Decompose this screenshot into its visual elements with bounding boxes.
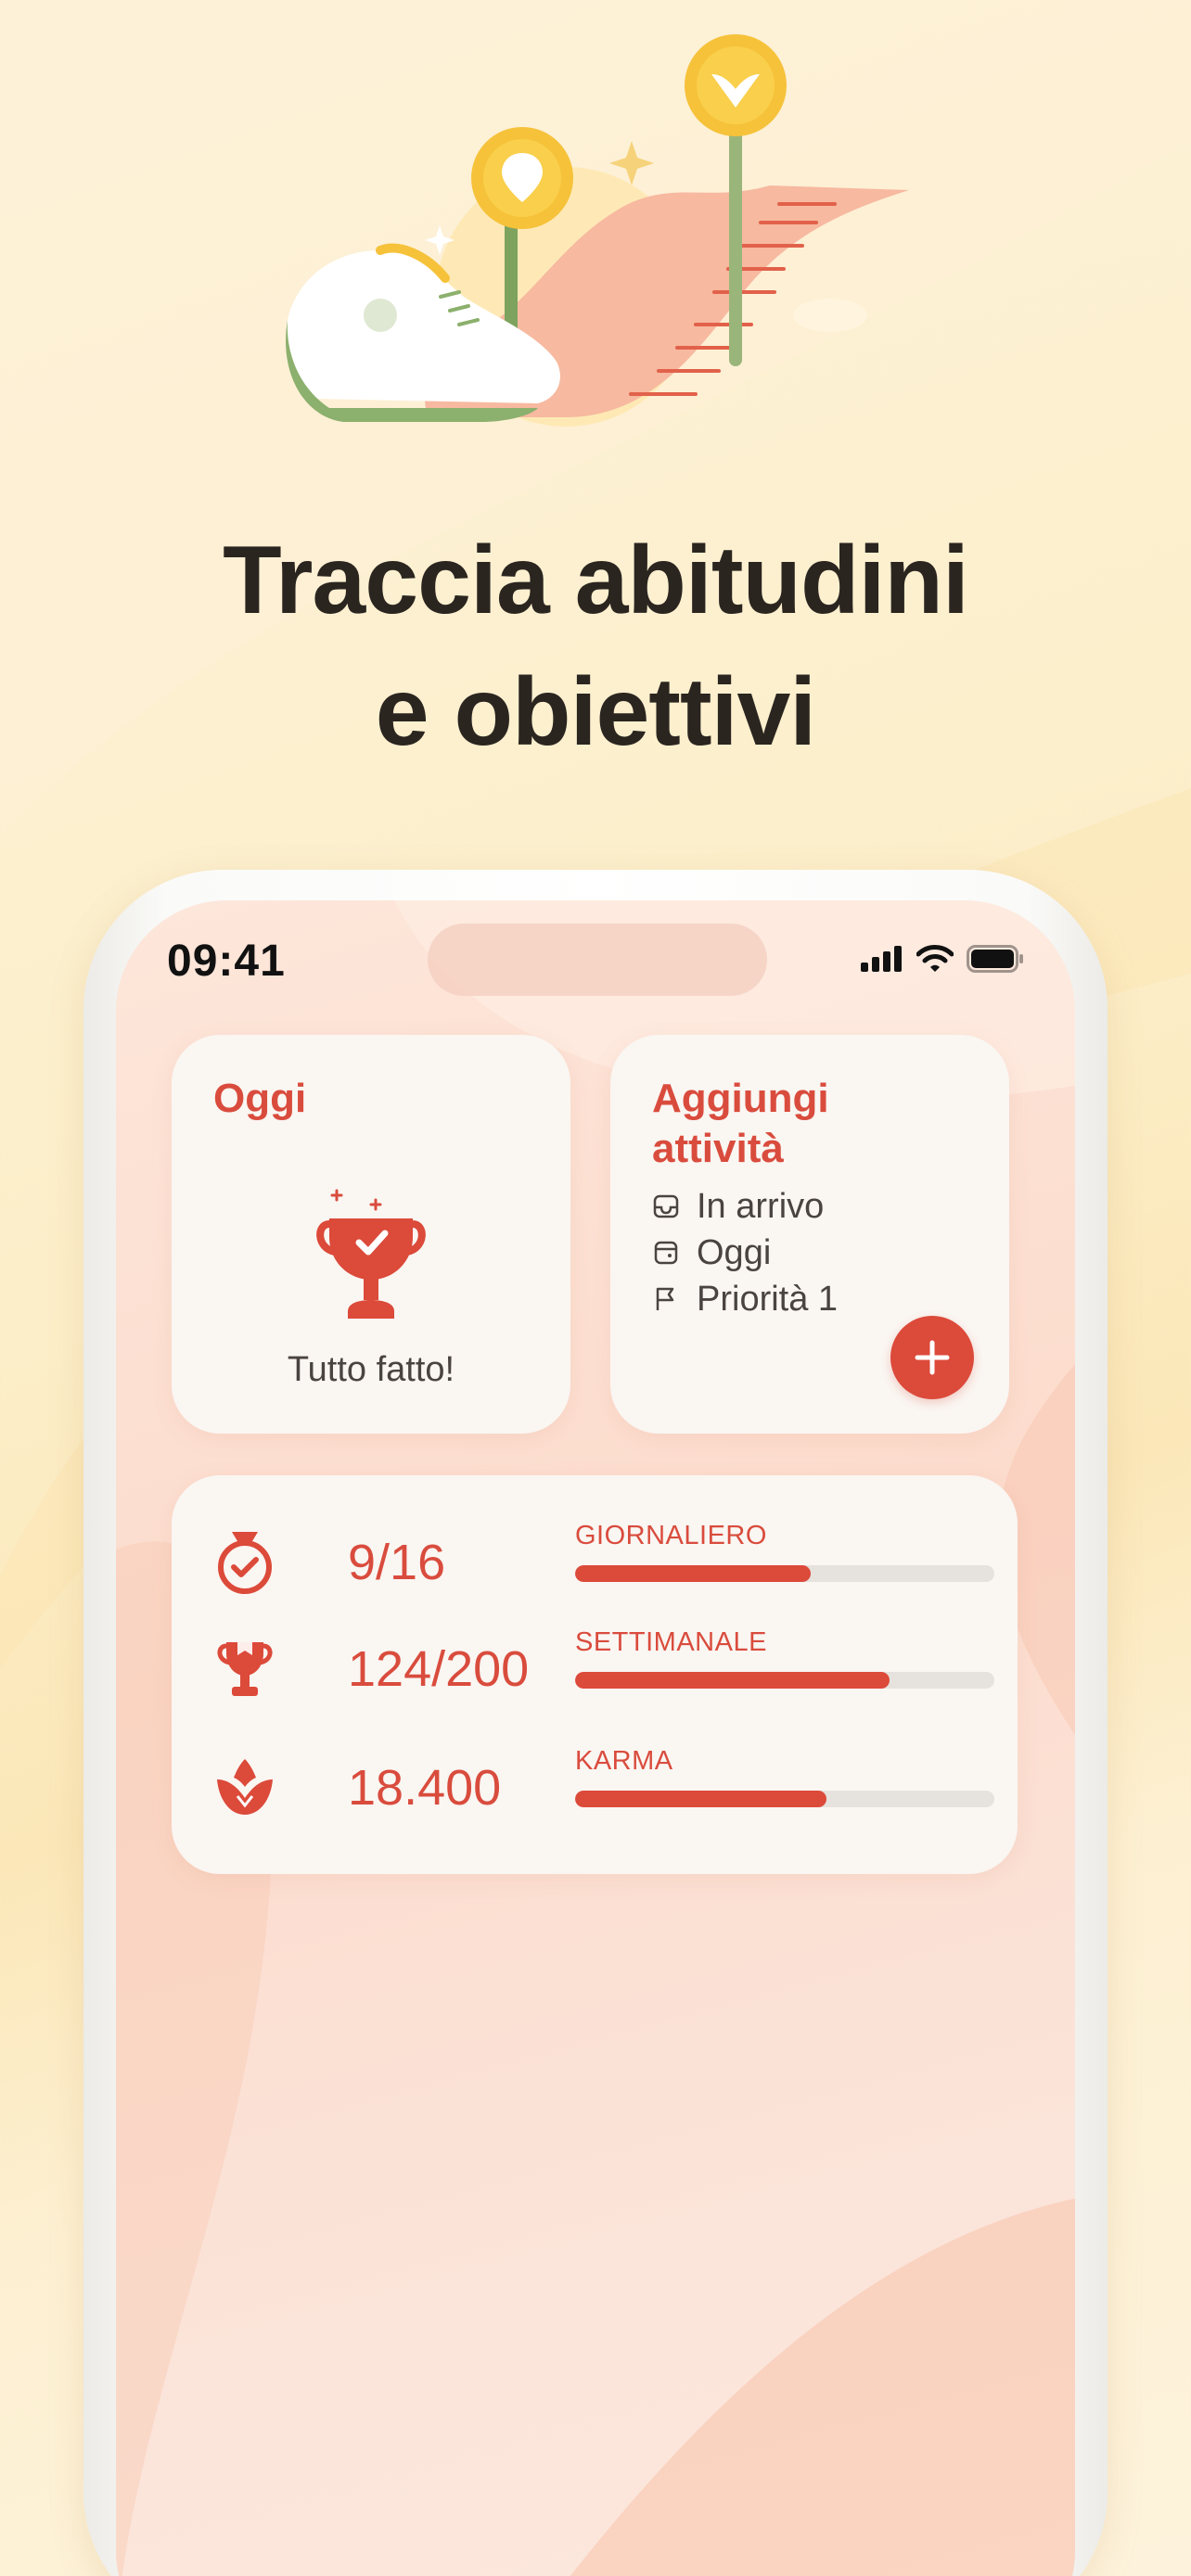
trophy-check-icon: [316, 1189, 426, 1319]
battery-icon: [967, 945, 1023, 973]
productivity-stats-widget[interactable]: 9/16 GIORNALIERO 124/200 SETTIMANALE 18.…: [172, 1475, 1018, 1874]
headline: Traccia abitudini e obiettivi: [0, 515, 1191, 778]
add-task-button[interactable]: [890, 1316, 974, 1399]
phone-frame: 09:41 Oggi Tutto fatto! Aggiungi attivit…: [83, 870, 1108, 2576]
trophy-icon: [217, 1642, 273, 1696]
add-task-widget[interactable]: Aggiungi attività In arrivo Oggi Priorit…: [610, 1035, 1009, 1434]
cellular-signal-icon: [861, 946, 902, 972]
headline-line-1: Traccia abitudini: [223, 527, 969, 634]
stat-label: GIORNALIERO: [575, 1521, 767, 1550]
calendar-icon: [654, 1241, 678, 1265]
karma-icon: [217, 1759, 273, 1815]
add-task-item-inbox[interactable]: In arrivo: [652, 1183, 838, 1230]
headline-line-2: e obiettivi: [375, 658, 816, 766]
add-task-title: Aggiungi attività: [652, 1076, 829, 1171]
progress-track: [575, 1565, 994, 1582]
wifi-icon: [916, 945, 954, 972]
add-task-item-priority[interactable]: Priorità 1: [652, 1276, 838, 1322]
medal-icon: [218, 1532, 272, 1594]
inbox-icon: [653, 1194, 679, 1218]
add-task-item-label: Oggi: [697, 1232, 772, 1272]
status-time: 09:41: [167, 937, 286, 986]
stat-row-weekly: 124/200 SETTIMANALE: [213, 1624, 994, 1707]
add-task-item-today[interactable]: Oggi: [652, 1230, 838, 1276]
flag-icon: [656, 1287, 674, 1310]
progress-track: [575, 1672, 994, 1689]
today-widget[interactable]: Oggi Tutto fatto!: [172, 1035, 570, 1434]
add-task-item-label: In arrivo: [697, 1186, 825, 1226]
phone-screen: 09:41 Oggi Tutto fatto! Aggiungi attivit…: [116, 900, 1075, 2576]
stat-row-daily: 9/16 GIORNALIERO: [213, 1517, 994, 1600]
stat-label: KARMA: [575, 1746, 673, 1776]
stat-label: SETTIMANALE: [575, 1627, 767, 1657]
stat-value: 124/200: [348, 1641, 530, 1697]
progress-fill: [575, 1791, 827, 1807]
add-task-item-label: Priorità 1: [697, 1279, 839, 1319]
dynamic-island: [428, 924, 767, 996]
progress-track: [575, 1791, 994, 1807]
add-task-list: In arrivo Oggi Priorità 1: [652, 1183, 838, 1322]
stat-row-karma: 18.400 KARMA: [213, 1742, 994, 1826]
today-widget-title: Oggi: [213, 1076, 307, 1121]
hero-illustration: [286, 34, 909, 427]
today-done-message: Tutto fatto!: [287, 1350, 455, 1389]
progress-fill: [575, 1565, 812, 1582]
stat-value: 9/16: [348, 1535, 446, 1590]
progress-fill: [575, 1672, 890, 1689]
plus-icon: [915, 1340, 950, 1375]
stat-value: 18.400: [348, 1760, 502, 1816]
status-icons: [861, 945, 1024, 973]
